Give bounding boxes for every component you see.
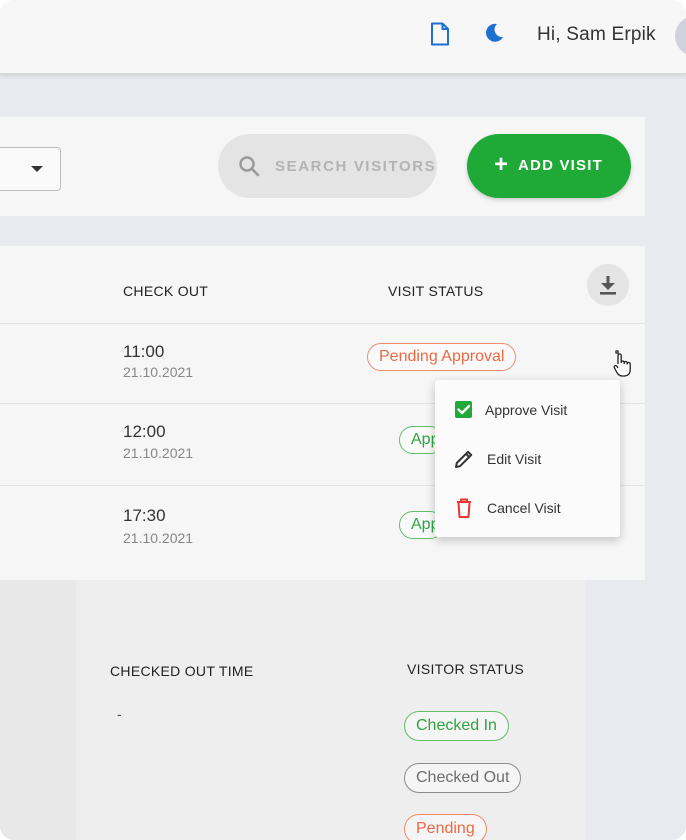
menu-item-cancel-visit[interactable]: Cancel Visit (435, 486, 620, 530)
check-out-time: 12:00 (123, 422, 166, 441)
menu-item-approve-visit[interactable]: Approve Visit (435, 388, 620, 432)
chevron-down-icon (31, 166, 43, 172)
filter-select[interactable] (0, 147, 61, 191)
check-out-date: 21.10.2021 (123, 364, 194, 380)
pencil-icon (453, 448, 475, 470)
check-out-time: 17:30 (123, 506, 166, 525)
visit-actions-menu: Approve Visit Edit Visit Cancel Visit (435, 380, 620, 537)
visitor-status-badge: Checked In (404, 711, 509, 741)
search-input[interactable]: SEARCH VISITORS (218, 134, 437, 198)
checkbox-icon (453, 399, 475, 421)
top-bar: Hi, Sam Erpik (0, 0, 686, 75)
trash-icon (453, 497, 475, 519)
visitor-status-badge: Pending (404, 814, 487, 840)
search-icon (238, 155, 260, 177)
add-visit-button[interactable]: + ADD VISIT (467, 134, 631, 198)
user-greeting[interactable]: Hi, Sam Erpik (537, 24, 656, 46)
download-icon (600, 276, 616, 295)
check-out-date: 21.10.2021 (123, 530, 194, 546)
menu-item-label: Cancel Visit (487, 500, 561, 516)
menu-item-label: Edit Visit (487, 451, 542, 467)
visitor-status-badge: Checked Out (404, 763, 522, 793)
checked-out-time-value: - (117, 706, 122, 722)
column-header-visit-status[interactable]: VISIT STATUS (388, 283, 483, 299)
column-header-visitor-status[interactable]: VISITOR STATUS (407, 661, 524, 677)
document-icon[interactable] (430, 22, 450, 46)
visitor-details-panel: CHECKED OUT TIME VISITOR STATUS - Checke… (0, 580, 585, 840)
moon-icon[interactable] (483, 22, 505, 44)
menu-item-label: Approve Visit (485, 402, 568, 418)
plus-icon: + (494, 151, 509, 178)
hand-cursor-icon (612, 352, 634, 378)
app-frame: Hi, Sam Erpik SEARCH VISITORS + ADD VISI… (0, 0, 686, 840)
add-visit-label: ADD VISIT (518, 157, 603, 174)
search-placeholder: SEARCH VISITORS (275, 158, 437, 175)
column-header-check-out[interactable]: CHECK OUT (123, 283, 208, 299)
avatar[interactable] (675, 16, 686, 56)
check-out-time: 11:00 (123, 342, 165, 361)
column-header-checked-out-time[interactable]: CHECKED OUT TIME (110, 663, 254, 679)
visits-toolbar: SEARCH VISITORS + ADD VISIT (0, 117, 645, 216)
check-out-date: 21.10.2021 (123, 445, 194, 461)
menu-item-edit-visit[interactable]: Edit Visit (435, 437, 620, 481)
download-button[interactable] (587, 264, 629, 306)
status-badge: Pending Approval (367, 343, 517, 371)
